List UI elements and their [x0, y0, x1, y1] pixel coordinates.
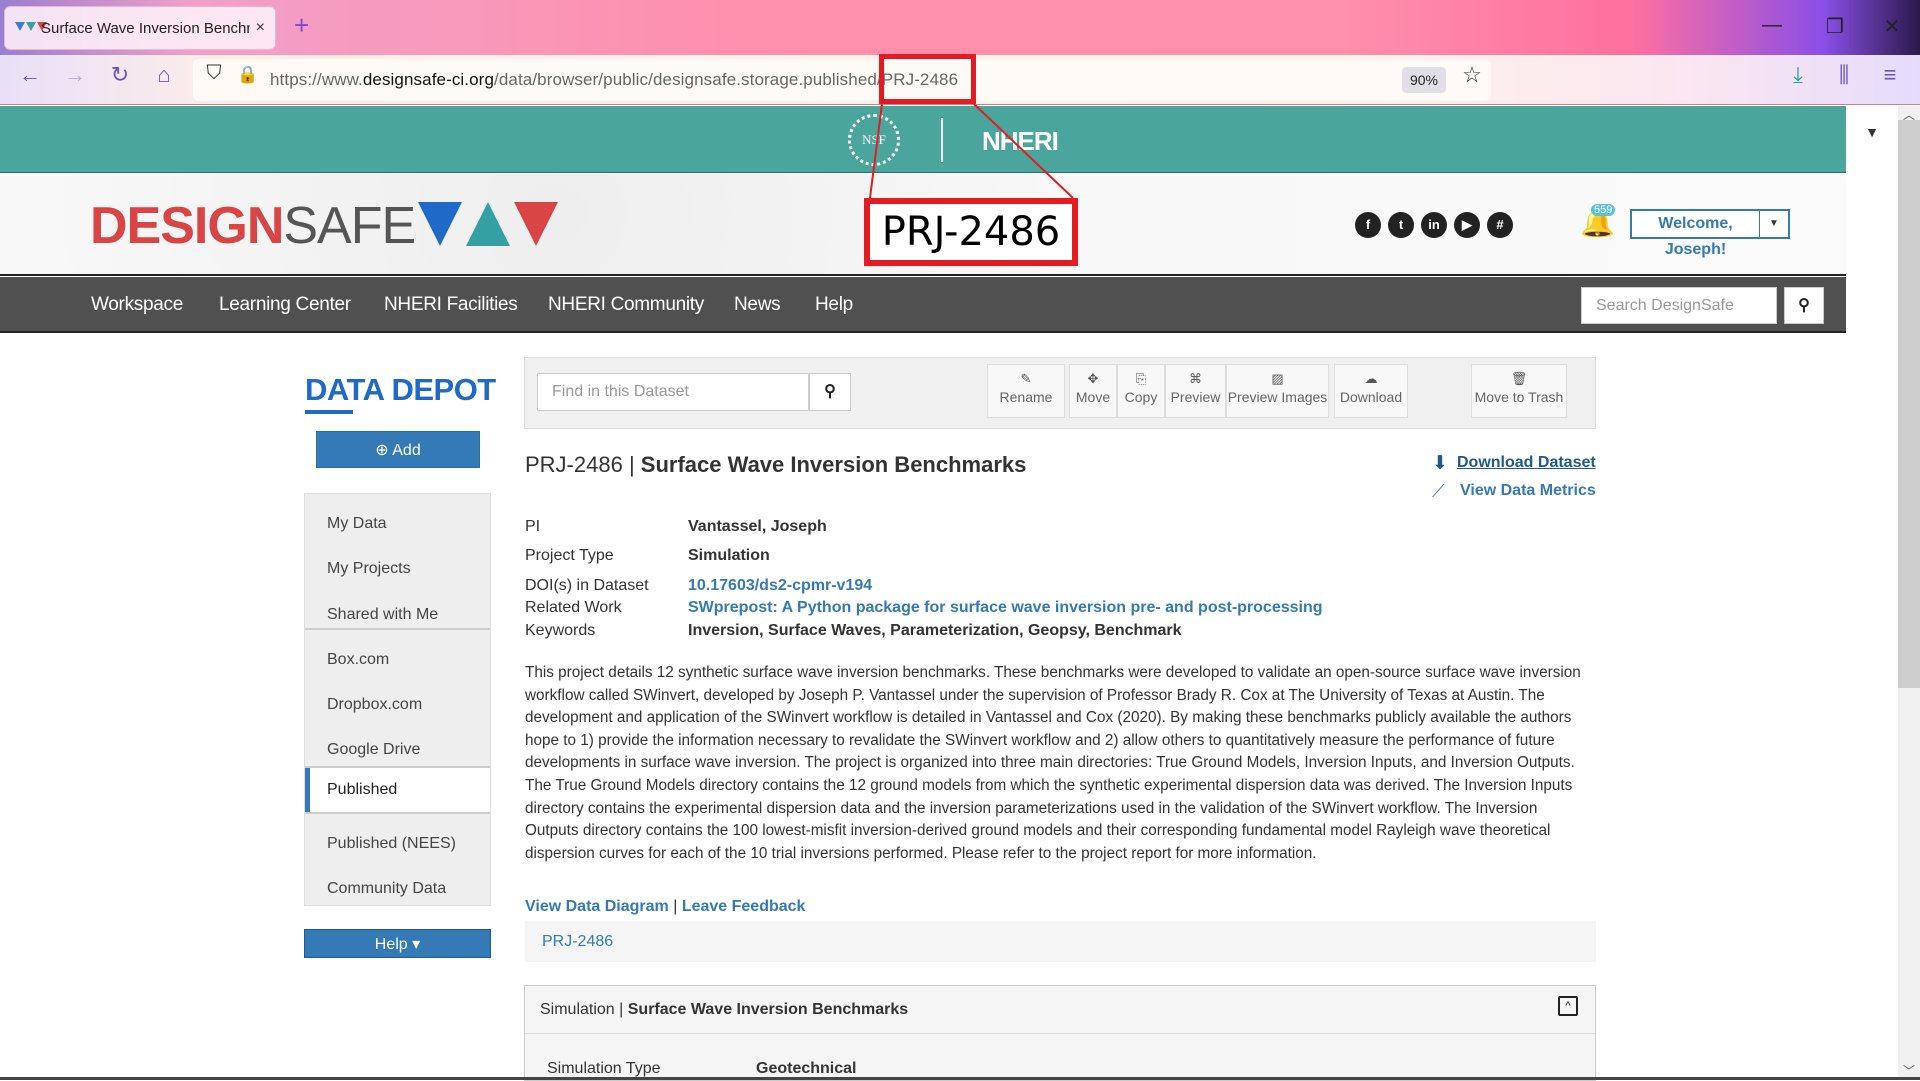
binoculars-icon: ⌘	[1189, 371, 1202, 386]
linkedin-icon[interactable]: in	[1421, 212, 1447, 238]
preview-button[interactable]: ⌘ Preview	[1165, 364, 1226, 418]
link-separator: |	[668, 898, 682, 915]
cloud-download-icon: ☁	[1364, 371, 1378, 386]
collapse-toggle-icon[interactable]: ^	[1558, 996, 1578, 1016]
sidebar-item-google-drive[interactable]: Google Drive	[305, 732, 490, 768]
nav-workspace[interactable]: Workspace	[91, 294, 183, 316]
caret-down-icon[interactable]: ▼	[1760, 211, 1788, 237]
simulation-panel-header[interactable]: Simulation | Surface Wave Inversion Benc…	[525, 986, 1595, 1034]
chart-line-icon[interactable]: ⟋	[1432, 481, 1445, 502]
pencil-icon: ✎	[1020, 371, 1032, 386]
annotation-line-left	[869, 103, 883, 199]
sidebar-item-dropbox[interactable]: Dropbox.com	[305, 687, 490, 723]
welcome-label[interactable]: Welcome, Joseph!	[1632, 211, 1760, 258]
sidebar-divider	[305, 812, 490, 814]
project-type-label: Project Type	[525, 547, 614, 564]
title-underline	[305, 410, 353, 414]
scrollbar-thumb[interactable]	[1898, 120, 1920, 688]
doi-label: DOI(s) in Dataset	[525, 577, 649, 594]
breadcrumb-project[interactable]: PRJ-2486	[542, 933, 613, 950]
view-data-metrics-link[interactable]: View Data Metrics	[1460, 482, 1596, 500]
user-menu[interactable]: Welcome, Joseph! ▼	[1630, 209, 1790, 258]
keywords-label: Keywords	[525, 622, 596, 639]
find-in-dataset-input[interactable]: Find in this Dataset	[537, 373, 809, 411]
project-id: PRJ-2486	[525, 452, 623, 477]
nav-help[interactable]: Help	[815, 294, 853, 316]
url-highlight-box	[879, 54, 976, 104]
trash-icon: 🗑	[1510, 371, 1528, 386]
move-arrows-icon: ✥	[1087, 371, 1099, 386]
scroll-down-icon[interactable]: ﹀	[1898, 1062, 1920, 1078]
preview-images-button[interactable]: ▨ Preview Images	[1226, 364, 1329, 418]
search-icon[interactable]: ⚲	[1784, 287, 1824, 324]
sidebar-divider	[305, 628, 490, 630]
move-to-trash-button[interactable]: 🗑 Move to Trash	[1471, 364, 1567, 418]
rename-button[interactable]: ✎ Rename	[987, 364, 1065, 418]
sidebar-item-published[interactable]: Published	[305, 768, 490, 812]
simulation-type-label: Simulation Type	[547, 1060, 661, 1077]
download-label: Download	[1339, 389, 1403, 405]
move-button[interactable]: ✥ Move	[1069, 364, 1117, 418]
project-links: View Data Diagram | Leave Feedback	[525, 898, 805, 916]
keywords-value: Inversion, Surface Waves, Parameterizati…	[688, 622, 1182, 639]
related-work-link[interactable]: SWprepost: A Python package for surface …	[688, 599, 1323, 617]
project-title: PRJ-2486 | Surface Wave Inversion Benchm…	[525, 452, 1026, 478]
leave-feedback-link[interactable]: Leave Feedback	[682, 898, 806, 915]
pi-label: PI	[525, 518, 541, 535]
rename-label: Rename	[999, 389, 1053, 405]
add-button[interactable]: ⊕ Add	[316, 431, 480, 468]
site-search-input[interactable]: Search DesignSafe	[1581, 287, 1777, 324]
sidebar-item-published-nees[interactable]: Published (NEES)	[305, 826, 490, 862]
breadcrumb: PRJ-2486	[525, 921, 1596, 962]
copy-label: Copy	[1124, 389, 1158, 405]
project-name: Surface Wave Inversion Benchmarks	[640, 452, 1027, 477]
sidebar-nav: My Data My Projects Shared with Me Box.c…	[304, 493, 491, 906]
sidebar-item-my-data[interactable]: My Data	[305, 506, 490, 542]
annotation-line-right	[973, 103, 1074, 199]
facebook-icon[interactable]: f	[1355, 212, 1381, 238]
title-separator: |	[622, 452, 641, 477]
simulation-separator: |	[614, 1001, 628, 1018]
find-search-icon[interactable]: ⚲	[809, 373, 851, 411]
project-description: This project details 12 synthetic surfac…	[525, 664, 1581, 862]
scroll-up-icon[interactable]: ︿	[1898, 106, 1920, 122]
sidebar-item-community-data[interactable]: Community Data	[305, 871, 490, 907]
simulation-type-value: Geotechnical	[756, 1060, 857, 1077]
nav-nheri-community[interactable]: NHERI Community	[548, 294, 704, 316]
related-work-label: Related Work	[525, 599, 622, 616]
preview-label: Preview	[1170, 389, 1221, 405]
simulation-title: Surface Wave Inversion Benchmarks	[627, 1001, 909, 1018]
doi-link[interactable]: 10.17603/ds2-cpmr-v194	[688, 577, 872, 595]
project-type-value: Simulation	[688, 547, 770, 564]
move-to-trash-label: Move to Trash	[1474, 389, 1564, 405]
download-dataset-link[interactable]: Download Dataset	[1457, 454, 1596, 472]
nav-news[interactable]: News	[734, 294, 781, 316]
data-depot-title: DATA DEPOT	[305, 372, 496, 407]
move-label: Move	[1075, 389, 1111, 405]
notification-count-badge: 559	[1591, 204, 1616, 216]
twitter-icon[interactable]: t	[1388, 212, 1414, 238]
image-icon: ▨	[1271, 371, 1284, 386]
copy-icon: ⎘	[1135, 371, 1147, 386]
simulation-prefix: Simulation	[540, 1001, 615, 1018]
preview-images-label: Preview Images	[1227, 389, 1328, 405]
nav-nheri-facilities[interactable]: NHERI Facilities	[384, 294, 518, 316]
view-data-diagram-link[interactable]: View Data Diagram	[525, 898, 669, 915]
nav-learning-center[interactable]: Learning Center	[219, 294, 351, 316]
sidebar-item-box[interactable]: Box.com	[305, 642, 490, 678]
sidebar-item-my-projects[interactable]: My Projects	[305, 551, 490, 587]
youtube-icon[interactable]: ▶	[1454, 212, 1480, 238]
pi-value: Vantassel, Joseph	[688, 518, 827, 535]
help-dropdown-button[interactable]: Help ▾	[304, 929, 491, 958]
download-icon[interactable]: ⬇	[1432, 452, 1448, 475]
copy-button[interactable]: ⎘ Copy	[1117, 364, 1165, 418]
annotation-callout: PRJ-2486	[864, 198, 1078, 266]
slack-icon[interactable]: #	[1487, 212, 1513, 238]
download-button[interactable]: ☁ Download	[1334, 364, 1408, 418]
